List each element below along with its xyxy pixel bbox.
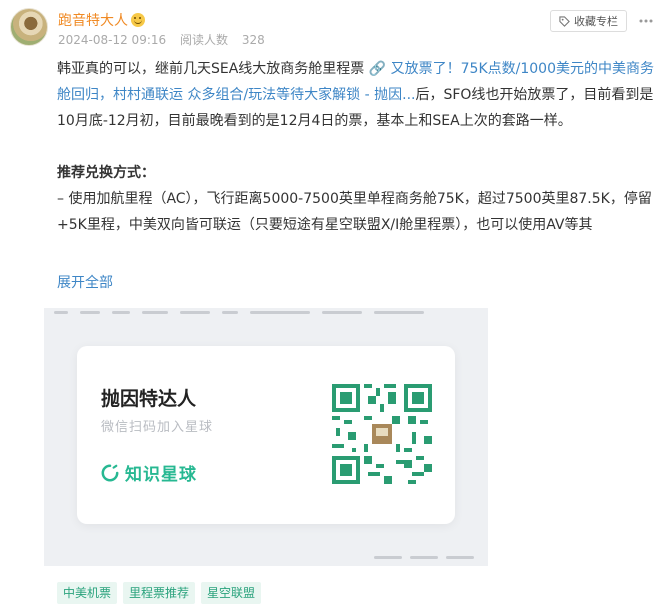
background-footer-lines — [374, 556, 474, 562]
paragraph-1: 韩亚真的可以，继前几天SEA线大放商务舱里程票 🔗 又放票了！75K点数/100… — [57, 56, 657, 134]
author-name-text[interactable]: 跑音特大人 — [58, 13, 128, 29]
read-count: 阅读人数 328 — [180, 33, 275, 47]
poster-title: 抛因特达人 — [101, 388, 197, 410]
poster-card: 抛因特达人 微信扫码加入星球 知识星球 — [77, 346, 455, 524]
recommend-heading: 推荐兑换方式： — [57, 165, 155, 181]
tag-star-alliance[interactable]: 星空联盟 — [201, 582, 262, 604]
tag-award-tickets[interactable]: 里程票推荐 — [123, 582, 196, 604]
paragraph-1-text-a: 韩亚真的可以，继前几天SEA线大放商务舱里程票 — [57, 61, 369, 77]
brand-name: 知识星球 — [125, 465, 197, 485]
zsxq-logo-icon — [101, 464, 119, 481]
read-count-value: 328 — [241, 33, 265, 47]
tag-list: 中美机票 里程票推荐 星空联盟 — [57, 582, 262, 604]
collect-column-label: 收藏专栏 — [574, 15, 618, 28]
smile-emoji-icon — [131, 13, 145, 27]
poster-subtitle: 微信扫码加入星球 — [101, 420, 214, 435]
post-date: 2024-08-12 09:16 — [58, 33, 167, 47]
background-text-lines — [54, 308, 484, 316]
post-header: 跑音特大人 2024-08-12 09:16 阅读人数 328 收藏专栏 — [10, 8, 661, 50]
author-name[interactable]: 跑音特大人 — [58, 10, 145, 30]
qr-code-icon — [332, 384, 432, 484]
post-meta: 2024-08-12 09:16 阅读人数 328 — [58, 31, 285, 48]
read-count-label: 阅读人数 — [179, 33, 228, 47]
poster-image[interactable]: 抛因特达人 微信扫码加入星球 知识星球 — [44, 308, 488, 566]
tag-china-us-flights[interactable]: 中美机票 — [57, 582, 118, 604]
more-dots-icon[interactable] — [635, 10, 657, 32]
paragraph-2: – 使用加航里程（AC），飞行距离5000-7500英里单程商务舱75K，超过7… — [57, 191, 652, 233]
expand-all-link[interactable]: 展开全部 — [57, 272, 113, 292]
collect-column-button[interactable]: 收藏专栏 — [550, 10, 627, 32]
post-content: 韩亚真的可以，继前几天SEA线大放商务舱里程票 🔗 又放票了！75K点数/100… — [57, 56, 657, 238]
avatar[interactable] — [10, 8, 48, 46]
tag-icon — [559, 15, 570, 27]
brand-logo: 知识星球 — [101, 460, 197, 485]
